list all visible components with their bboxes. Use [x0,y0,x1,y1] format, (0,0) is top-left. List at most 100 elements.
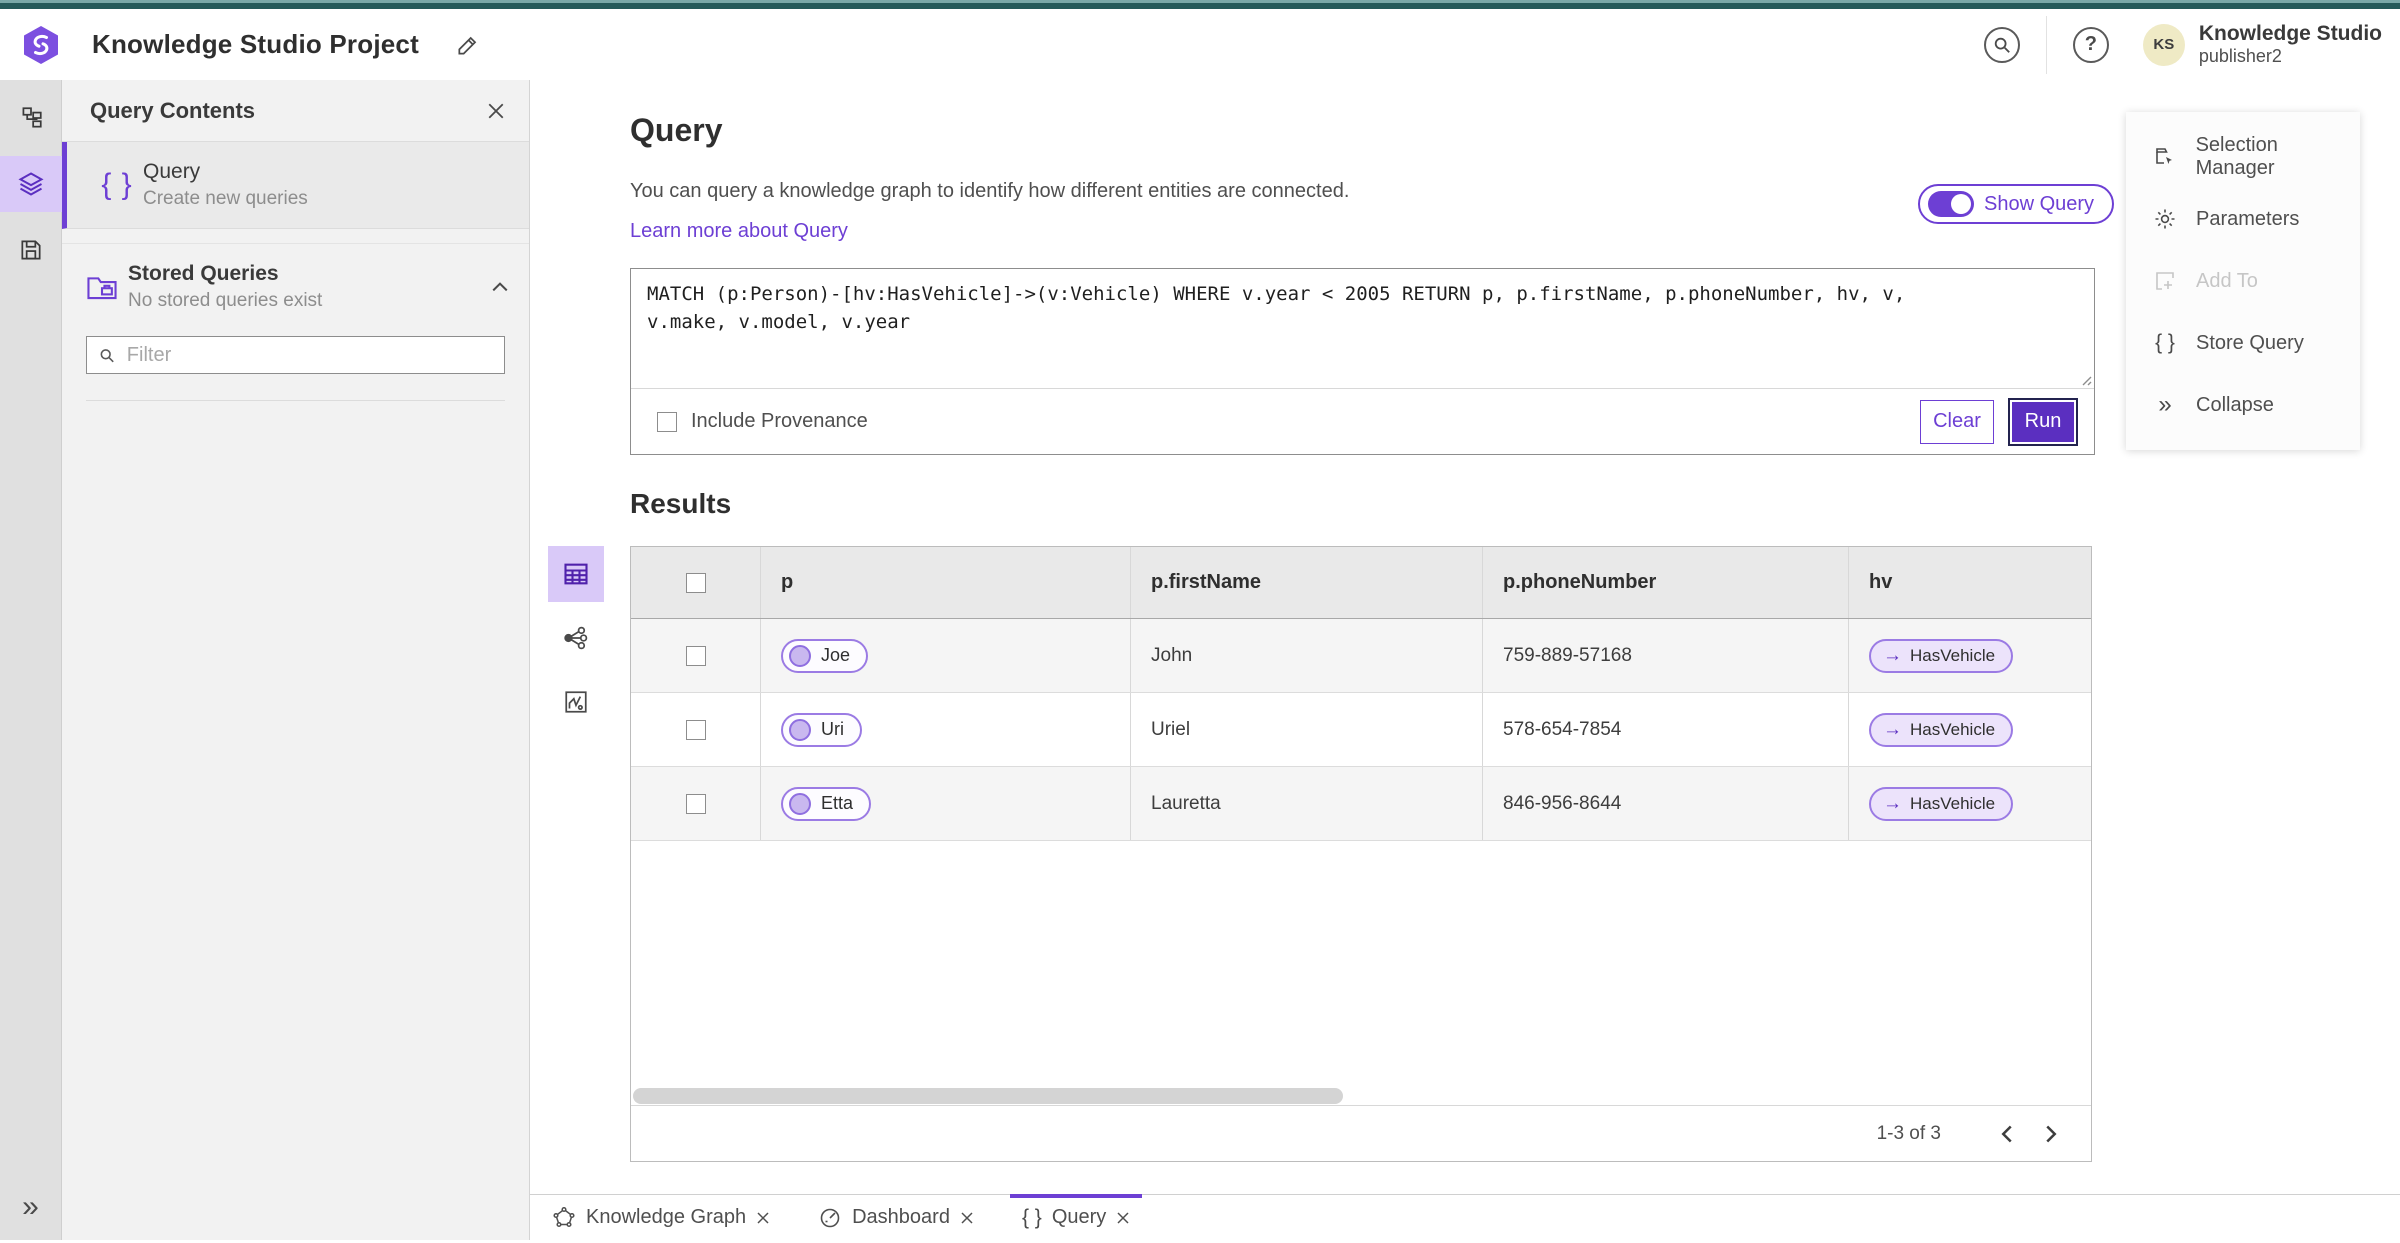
table-view-icon[interactable] [548,546,604,602]
arrow-right-icon: → [1883,792,1902,814]
results-table: p p.firstName p.phoneNumber hv Joe John … [630,546,2092,1162]
close-tab-icon[interactable] [756,1211,770,1225]
learn-more-link[interactable]: Learn more about Query [630,220,848,243]
query-text[interactable]: MATCH (p:Person)-[hv:HasVehicle]->(v:Veh… [647,281,1927,336]
results-view-switcher [548,546,604,738]
toggle-switch-on[interactable] [1928,191,1974,217]
collapse-menu-button[interactable]: » Collapse [2126,374,2360,436]
app-window: Knowledge Studio Project ? KS Knowledge … [0,0,2400,1243]
main-area: Query You can query a knowledge graph to… [530,80,2400,1240]
row-checkbox[interactable] [685,793,706,814]
hierarchy-view-icon[interactable] [0,90,62,146]
query-editor[interactable]: MATCH (p:Person)-[hv:HasVehicle]->(v:Veh… [631,269,2094,389]
search-icon [100,348,114,362]
expand-rail-icon[interactable]: » [22,1192,39,1222]
column-header-phonenumber[interactable]: p.phoneNumber [1483,547,1849,618]
braces-icon: { } [2155,331,2175,354]
tab-dashboard[interactable]: Dashboard [800,1195,992,1240]
scrollbar-thumb[interactable] [633,1088,1343,1104]
close-tab-icon[interactable] [960,1211,974,1225]
table-header-row: p p.firstName p.phoneNumber hv [631,547,2091,619]
resize-grip-icon[interactable] [2078,372,2092,386]
store-query-button[interactable]: { } Store Query [2126,312,2360,374]
page-description: You can query a knowledge graph to ident… [630,180,1350,202]
app-logo-icon[interactable] [22,25,60,65]
panel-item-stored-queries[interactable]: Stored Queries No stored queries exist [62,243,529,330]
add-to-icon [2150,269,2180,293]
previous-page-button[interactable] [1985,1112,2029,1156]
folder-icon [76,272,128,302]
node-dot-icon [789,644,811,667]
query-editor-footer: Include Provenance Clear Run [631,389,2094,454]
chart-view-icon[interactable] [548,674,604,730]
query-item-label: Query [143,160,201,183]
stored-queries-label: Stored Queries [128,262,279,285]
filter-field[interactable] [86,336,505,374]
edge-pill[interactable]: → HasVehicle [1869,786,2014,821]
braces-icon: { } [101,168,133,201]
table-footer: 1-3 of 3 [631,1105,2091,1161]
row-checkbox[interactable] [685,719,706,740]
next-page-button[interactable] [2029,1112,2073,1156]
close-panel-icon[interactable] [487,102,505,120]
help-button[interactable]: ? [2072,26,2109,63]
edge-pill[interactable]: → HasVehicle [1869,712,2014,747]
double-chevron-right-icon: » [2158,391,2172,418]
user-info[interactable]: Knowledge Studio publisher2 [2199,22,2390,67]
query-contents-panel: Query Contents { } Query Create new quer… [62,80,530,1240]
graph-view-icon[interactable] [548,610,604,666]
table-row[interactable]: Joe John 759-889-57168 → HasVehicle [631,619,2091,693]
node-pill[interactable]: Etta [781,786,872,821]
stored-queries-sublabel: No stored queries exist [128,290,323,311]
selection-manager-button[interactable]: Selection Manager [2126,126,2360,188]
chevron-up-icon[interactable] [491,281,509,293]
close-tab-icon[interactable] [1116,1211,1130,1225]
row-checkbox[interactable] [685,645,706,666]
braces-icon: { } [1021,1205,1042,1229]
show-query-toggle[interactable]: Show Query [1918,184,2115,224]
filter-section [86,336,505,401]
query-editor-card: MATCH (p:Person)-[hv:HasVehicle]->(v:Veh… [630,268,2095,455]
knowledge-graph-icon [553,1206,575,1227]
include-provenance-checkbox[interactable] [657,411,677,432]
run-button[interactable]: Run [2008,397,2078,446]
user-avatar[interactable]: KS [2142,23,2185,66]
save-view-icon[interactable] [0,222,62,278]
node-dot-icon [789,718,811,741]
selection-manager-icon [2150,145,2180,169]
pagination-range: 1-3 of 3 [1876,1122,1941,1144]
column-header-hv[interactable]: hv [1849,547,2091,618]
bottom-tab-bar: Knowledge Graph Dashboard { } Query [530,1194,2400,1240]
search-button[interactable] [1983,26,2020,63]
panel-item-query[interactable]: { } Query Create new queries [62,142,529,229]
edit-title-icon[interactable] [455,32,481,58]
top-bar: Knowledge Studio Project ? KS Knowledge … [0,9,2400,80]
clear-button[interactable]: Clear [1920,399,1994,444]
panel-header: Query Contents [62,80,529,142]
user-role: publisher2 [2198,46,2282,67]
table-row[interactable]: Etta Lauretta 846-956-8644 → HasVehicle [631,767,2091,841]
parameters-button[interactable]: Parameters [2126,188,2360,250]
horizontal-scrollbar[interactable] [631,1087,2091,1105]
select-all-checkbox[interactable] [685,572,706,593]
left-icon-rail: » [0,80,62,1240]
tab-knowledge-graph[interactable]: Knowledge Graph [534,1195,788,1240]
project-title: Knowledge Studio Project [92,29,419,59]
column-header-p[interactable]: p [761,547,1131,618]
arrow-right-icon: → [1883,718,1902,740]
page-title: Query [630,112,723,148]
layers-view-icon[interactable] [0,156,62,212]
tab-query[interactable]: { } Query [1004,1194,1148,1240]
edge-pill[interactable]: → HasVehicle [1869,638,2014,673]
node-dot-icon [789,792,811,815]
table-row[interactable]: Uri Uriel 578-654-7854 → HasVehicle [631,693,2091,767]
add-to-button: Add To [2126,250,2360,312]
dashboard-icon [820,1208,840,1227]
filter-input[interactable] [126,343,492,367]
node-pill[interactable]: Uri [781,712,862,747]
include-provenance-label: Include Provenance [691,410,868,432]
gear-icon [2150,207,2180,231]
column-header-firstname[interactable]: p.firstName [1131,547,1483,618]
node-pill[interactable]: Joe [781,638,869,673]
query-actions-menu: Selection Manager Parameters Add To {} … [2126,112,2360,450]
